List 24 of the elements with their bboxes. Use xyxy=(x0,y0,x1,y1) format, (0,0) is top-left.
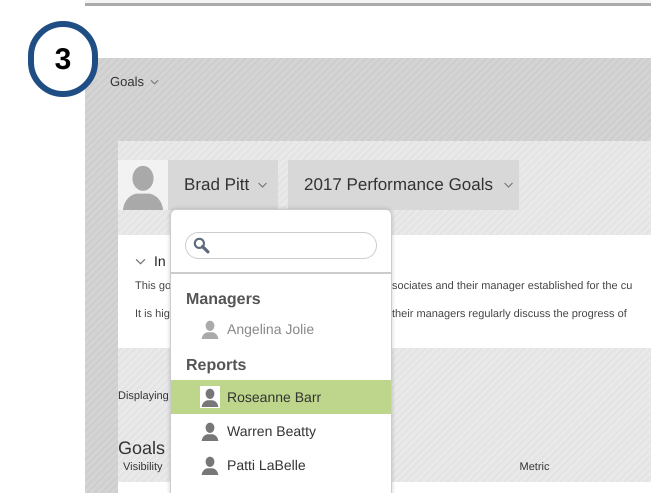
column-header: Metric xyxy=(520,460,550,475)
description-text: their managers regularly discuss the progress of xyxy=(392,307,627,322)
person-dropdown[interactable]: Brad Pitt xyxy=(168,160,278,210)
chevron-down-icon xyxy=(257,182,268,188)
goals-menu[interactable]: Goals xyxy=(110,72,159,92)
person-option[interactable]: Warren Beatty xyxy=(171,414,391,448)
person-option[interactable]: Roseanne Barr xyxy=(171,380,391,414)
chevron-down-icon xyxy=(150,78,159,85)
search-field[interactable] xyxy=(185,232,377,259)
displaying-label: Displaying xyxy=(118,388,168,404)
description-text: It is hig xyxy=(135,307,170,322)
step-badge: 3 xyxy=(28,21,98,97)
search-icon xyxy=(193,237,210,254)
description-text: sociates and their manager established for the cu xyxy=(392,278,632,294)
section-title: In xyxy=(154,252,166,270)
period-dropdown[interactable]: 2017 Performance Goals xyxy=(288,160,519,210)
chevron-down-icon xyxy=(135,258,146,264)
goals-heading: Goals xyxy=(118,437,166,459)
group-heading: Managers xyxy=(186,290,261,310)
person-option[interactable]: Patti LaBelle xyxy=(171,448,391,482)
person-silhouette-icon xyxy=(200,386,220,408)
chevron-down-icon xyxy=(503,182,514,188)
column-header: Visibility xyxy=(123,460,163,475)
group-heading: Reports xyxy=(186,356,246,376)
